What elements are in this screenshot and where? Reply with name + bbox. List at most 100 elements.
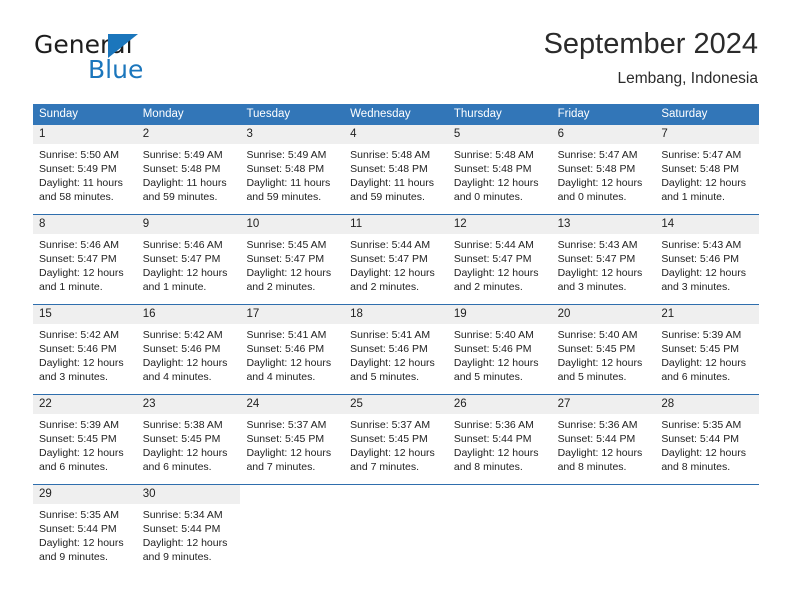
calendar-day-cell[interactable]: 9 Sunrise: 5:46 AM Sunset: 5:47 PM Daylight… [136, 215, 241, 295]
daylight-duration: Daylight: 12 hours and 9 minutes. [142, 537, 228, 563]
day-details: Sunrise: 5:44 AM Sunset: 5:47 PM Daylight:… [344, 234, 448, 295]
weekday-header-wednesday: Wednesday [350, 108, 411, 120]
daylight-duration: Daylight: 12 hours and 9 minutes. [39, 537, 124, 563]
general-blue-logo[interactable]: General Blue [34, 30, 254, 86]
sunset-time: Sunset: 5:48 PM [350, 163, 428, 175]
day-details: Sunrise: 5:39 AM Sunset: 5:45 PM Daylight:… [655, 324, 759, 385]
daylight-duration: Daylight: 12 hours and 4 minutes. [246, 357, 332, 383]
sunset-time: Sunset: 5:44 PM [661, 433, 739, 445]
daylight-duration: Daylight: 12 hours and 1 minute. [142, 267, 228, 293]
sunset-time: Sunset: 5:46 PM [39, 343, 117, 355]
day-number-band: 24 [240, 395, 345, 414]
day-number: 23 [142, 398, 156, 410]
day-number: 14 [661, 218, 675, 230]
day-details: Sunrise: 5:42 AM Sunset: 5:46 PM Daylight:… [137, 324, 241, 385]
sunrise-time: Sunrise: 5:35 AM [661, 419, 742, 431]
daylight-duration: Daylight: 12 hours and 1 minute. [661, 177, 746, 203]
calendar-day-cell[interactable]: 16 Sunrise: 5:42 AM Sunset: 5:46 PM Dayligh… [136, 305, 241, 385]
day-details: Sunrise: 5:49 AM Sunset: 5:48 PM Daylight:… [137, 144, 241, 205]
calendar-day-cell[interactable]: 25 Sunrise: 5:37 AM Sunset: 5:45 PM Dayligh… [344, 395, 448, 475]
day-number-band [240, 485, 344, 504]
sunrise-time: Sunrise: 5:48 AM [350, 149, 431, 161]
daylight-duration: Daylight: 12 hours and 5 minutes. [557, 357, 643, 383]
calendar-day-cell[interactable]: 4 Sunrise: 5:48 AM Sunset: 5:48 PM Daylight… [344, 125, 448, 205]
calendar-day-cell[interactable]: 2 Sunrise: 5:49 AM Sunset: 5:48 PM Daylight… [136, 125, 241, 205]
day-details [344, 504, 448, 565]
calendar-day-cell[interactable]: 29 Sunrise: 5:35 AM Sunset: 5:44 PM Dayligh… [33, 485, 137, 565]
calendar-day-cell[interactable]: 26 Sunrise: 5:36 AM Sunset: 5:44 PM Dayligh… [447, 395, 552, 475]
calendar-day-cell[interactable]: 12 Sunrise: 5:44 AM Sunset: 5:47 PM Dayligh… [447, 215, 552, 295]
calendar-week-row: 15 Sunrise: 5:42 AM Sunset: 5:46 PM Dayligh… [33, 304, 760, 385]
day-number: 11 [350, 218, 363, 230]
calendar-day-cell[interactable]: 13 Sunrise: 5:43 AM Sunset: 5:47 PM Dayligh… [551, 215, 656, 295]
calendar-day-cell[interactable]: 18 Sunrise: 5:41 AM Sunset: 5:46 PM Dayligh… [344, 305, 448, 385]
day-number: 16 [142, 308, 156, 320]
day-details: Sunrise: 5:41 AM Sunset: 5:46 PM Daylight:… [240, 324, 344, 385]
calendar-day-cell[interactable]: 10 Sunrise: 5:45 AM Sunset: 5:47 PM Dayligh… [240, 215, 345, 295]
day-number: 13 [557, 218, 571, 230]
day-details: Sunrise: 5:35 AM Sunset: 5:44 PM Daylight:… [655, 414, 759, 475]
calendar-day-cell[interactable]: 14 Sunrise: 5:43 AM Sunset: 5:46 PM Dayligh… [655, 215, 760, 295]
sunrise-time: Sunrise: 5:36 AM [453, 419, 534, 431]
calendar-day-cell[interactable]: 15 Sunrise: 5:42 AM Sunset: 5:46 PM Dayligh… [33, 305, 137, 385]
daylight-duration: Daylight: 12 hours and 3 minutes. [39, 357, 124, 383]
day-number-band: 28 [655, 395, 760, 414]
day-details [552, 504, 656, 565]
day-number: 6 [557, 128, 564, 140]
calendar-day-cell[interactable]: 5 Sunrise: 5:48 AM Sunset: 5:48 PM Daylight… [447, 125, 552, 205]
calendar-day-cell[interactable]: 24 Sunrise: 5:37 AM Sunset: 5:45 PM Dayligh… [240, 395, 345, 475]
day-number: 21 [661, 308, 675, 320]
calendar-day-cell[interactable]: 3 Sunrise: 5:49 AM Sunset: 5:48 PM Daylight… [240, 125, 345, 205]
calendar-day-cell[interactable]: 6 Sunrise: 5:47 AM Sunset: 5:48 PM Daylight… [551, 125, 656, 205]
calendar-day-cell[interactable]: 22 Sunrise: 5:39 AM Sunset: 5:45 PM Dayligh… [33, 395, 137, 475]
sunrise-time: Sunrise: 5:40 AM [557, 329, 638, 341]
calendar-day-cell[interactable]: 17 Sunrise: 5:41 AM Sunset: 5:46 PM Dayligh… [240, 305, 345, 385]
calendar-day-cell-empty [344, 485, 448, 565]
day-number-band: 21 [655, 305, 760, 324]
sunset-time: Sunset: 5:49 PM [39, 163, 117, 175]
calendar-day-cell[interactable]: 19 Sunrise: 5:40 AM Sunset: 5:46 PM Dayligh… [447, 305, 552, 385]
daylight-duration: Daylight: 12 hours and 0 minutes. [453, 177, 539, 203]
sunrise-time: Sunrise: 5:42 AM [142, 329, 223, 341]
day-number: 26 [453, 398, 467, 410]
calendar-day-cell[interactable]: 1 Sunrise: 5:50 AM Sunset: 5:49 PM Daylight… [33, 125, 137, 205]
calendar-day-cell[interactable]: 30 Sunrise: 5:34 AM Sunset: 5:44 PM Dayligh… [136, 485, 241, 565]
sunrise-time: Sunrise: 5:41 AM [350, 329, 431, 341]
sunrise-time: Sunrise: 5:39 AM [39, 419, 119, 431]
calendar-day-cell[interactable]: 7 Sunrise: 5:47 AM Sunset: 5:48 PM Daylight… [655, 125, 760, 205]
calendar-day-cell[interactable]: 27 Sunrise: 5:36 AM Sunset: 5:44 PM Dayligh… [551, 395, 656, 475]
day-number-band: 18 [344, 305, 448, 324]
calendar-day-cell[interactable]: 21 Sunrise: 5:39 AM Sunset: 5:45 PM Dayligh… [655, 305, 760, 385]
calendar-day-cell[interactable]: 20 Sunrise: 5:40 AM Sunset: 5:45 PM Dayligh… [551, 305, 656, 385]
calendar-day-cell[interactable]: 23 Sunrise: 5:38 AM Sunset: 5:45 PM Dayligh… [136, 395, 241, 475]
sunrise-time: Sunrise: 5:40 AM [453, 329, 534, 341]
week-spacer [33, 385, 759, 394]
sunrise-time: Sunrise: 5:44 AM [350, 239, 431, 251]
day-number: 10 [246, 218, 260, 230]
daylight-duration: Daylight: 12 hours and 7 minutes. [246, 447, 332, 473]
calendar-grid: Sunday Monday Tuesday Wednesday Thursday Frid… [33, 104, 760, 565]
sunrise-time: Sunrise: 5:41 AM [246, 329, 327, 341]
day-details: Sunrise: 5:43 AM Sunset: 5:46 PM Daylight:… [655, 234, 759, 295]
calendar-day-cell[interactable]: 8 Sunrise: 5:46 AM Sunset: 5:47 PM Daylight… [33, 215, 137, 295]
day-number-band: 16 [136, 305, 241, 324]
day-number-band: 27 [551, 395, 656, 414]
logo-text-blue: Blue [88, 55, 144, 84]
day-details: Sunrise: 5:36 AM Sunset: 5:44 PM Daylight:… [448, 414, 552, 475]
sunrise-time: Sunrise: 5:46 AM [39, 239, 119, 251]
day-details: Sunrise: 5:47 AM Sunset: 5:48 PM Daylight:… [655, 144, 759, 205]
daylight-duration: Daylight: 12 hours and 2 minutes. [453, 267, 539, 293]
calendar-day-cell[interactable]: 11 Sunrise: 5:44 AM Sunset: 5:47 PM Dayligh… [344, 215, 448, 295]
daylight-duration: Daylight: 12 hours and 7 minutes. [350, 447, 435, 473]
day-number: 7 [661, 128, 668, 140]
day-number-band: 10 [240, 215, 345, 234]
day-details: Sunrise: 5:42 AM Sunset: 5:46 PM Daylight:… [33, 324, 137, 385]
day-details: Sunrise: 5:40 AM Sunset: 5:46 PM Daylight:… [448, 324, 552, 385]
sunset-time: Sunset: 5:47 PM [453, 253, 532, 265]
sunset-time: Sunset: 5:45 PM [350, 433, 428, 445]
day-details: Sunrise: 5:44 AM Sunset: 5:47 PM Daylight:… [448, 234, 552, 295]
day-details: Sunrise: 5:46 AM Sunset: 5:47 PM Daylight:… [137, 234, 241, 295]
daylight-duration: Daylight: 12 hours and 3 minutes. [557, 267, 643, 293]
sunrise-time: Sunrise: 5:35 AM [39, 509, 119, 521]
calendar-day-cell[interactable]: 28 Sunrise: 5:35 AM Sunset: 5:44 PM Dayligh… [655, 395, 760, 475]
